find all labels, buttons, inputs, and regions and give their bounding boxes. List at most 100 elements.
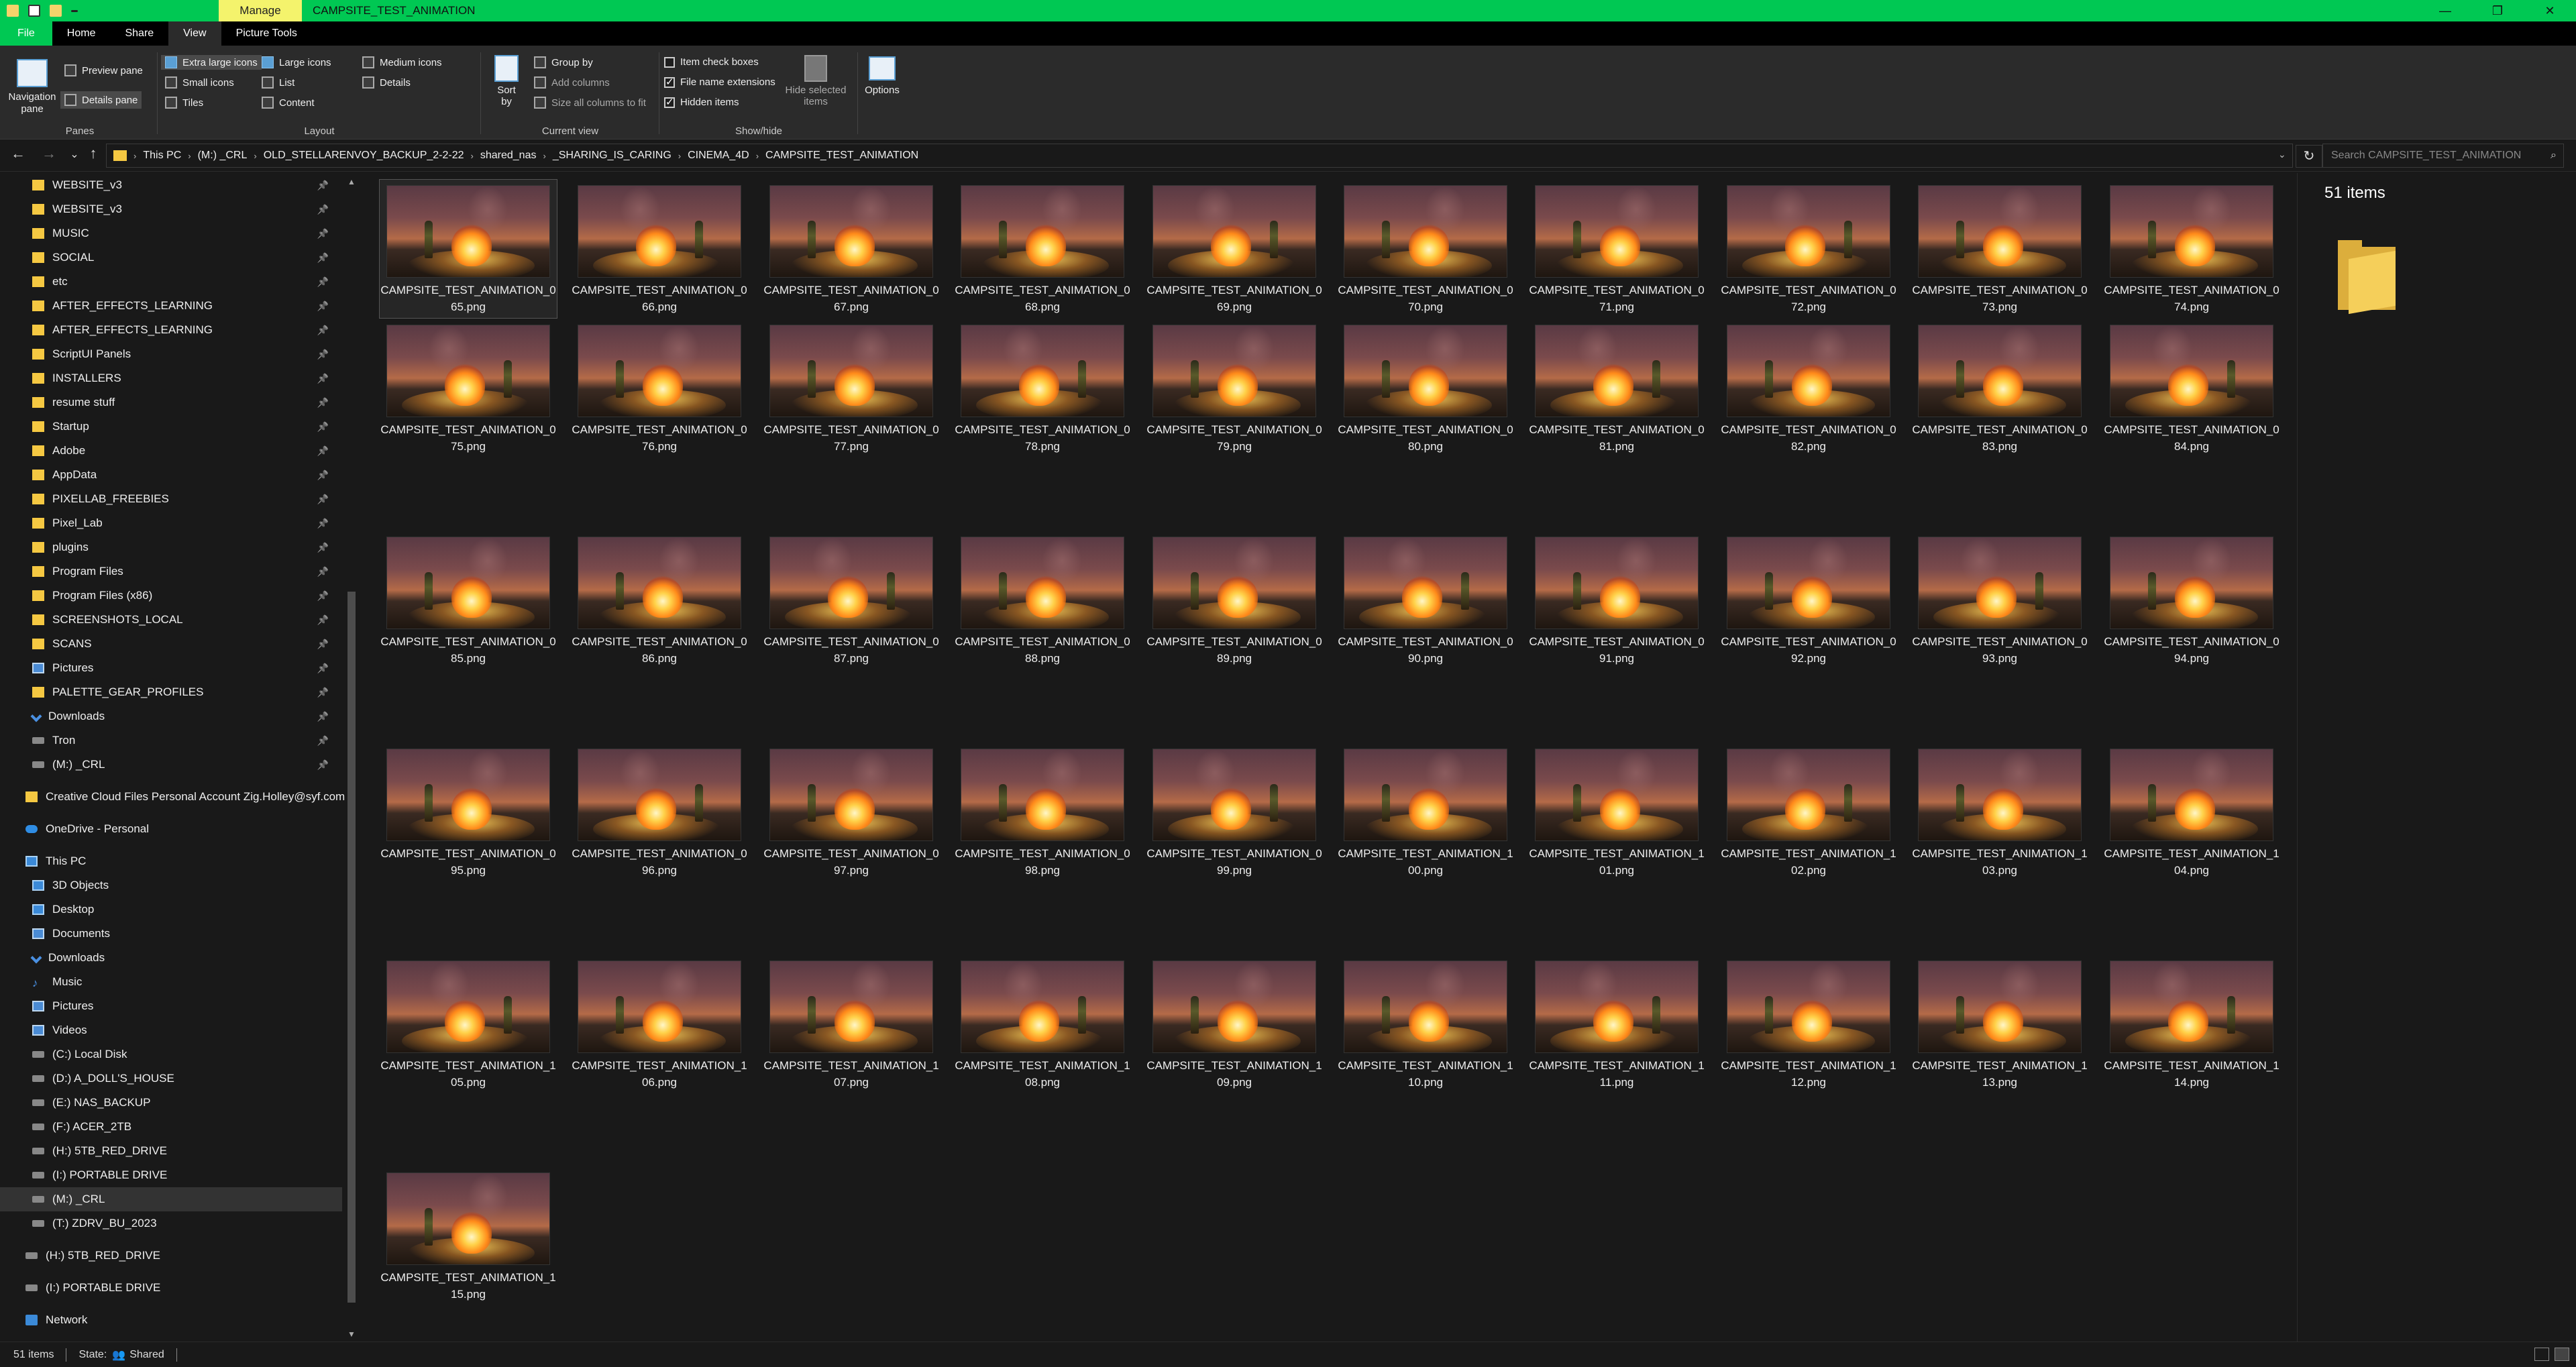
pin-icon[interactable]: 📌: [317, 421, 329, 433]
chevron-right-icon[interactable]: ›: [756, 151, 759, 161]
image-thumbnail[interactable]: [2110, 185, 2273, 278]
file-item[interactable]: CAMPSITE_TEST_ANIMATION_0 79.png: [1146, 319, 1323, 457]
details-view-icon[interactable]: [2534, 1348, 2549, 1361]
this-pc-child-item[interactable]: ♪ Music: [0, 970, 342, 994]
image-thumbnail[interactable]: [578, 749, 741, 841]
preview-pane-button[interactable]: Preview pane: [64, 64, 143, 76]
extra-large-icons-button[interactable]: Extra large icons: [161, 55, 262, 70]
quick-access-item[interactable]: WEBSITE_v3 📌: [0, 197, 342, 221]
nav-scrollbar[interactable]: ▲ ▼: [345, 176, 358, 1340]
file-item[interactable]: CAMPSITE_TEST_ANIMATION_0 77.png: [763, 319, 940, 457]
this-pc-child-item[interactable]: (M:) _CRL: [0, 1187, 342, 1211]
image-thumbnail[interactable]: [961, 185, 1124, 278]
list-button[interactable]: List: [262, 76, 294, 89]
chevron-right-icon[interactable]: ›: [678, 151, 681, 161]
file-item[interactable]: CAMPSITE_TEST_ANIMATION_0 80.png: [1337, 319, 1514, 457]
hidden-items-checkbox[interactable]: [664, 96, 675, 108]
creative-cloud-item[interactable]: Creative Cloud Files Personal Account Zi…: [0, 785, 345, 809]
file-item[interactable]: CAMPSITE_TEST_ANIMATION_1 00.png: [1337, 743, 1514, 881]
drive-item[interactable]: (H:) 5TB_RED_DRIVE: [0, 1244, 342, 1268]
pin-icon[interactable]: 📌: [317, 614, 329, 626]
pin-icon[interactable]: 📌: [317, 566, 329, 578]
file-item[interactable]: CAMPSITE_TEST_ANIMATION_0 83.png: [1911, 319, 2088, 457]
file-item[interactable]: CAMPSITE_TEST_ANIMATION_0 95.png: [380, 743, 557, 881]
image-thumbnail[interactable]: [769, 325, 933, 417]
chevron-right-icon[interactable]: ›: [471, 151, 474, 161]
quick-access-item[interactable]: WEBSITE_v3 📌: [0, 173, 342, 197]
file-item[interactable]: CAMPSITE_TEST_ANIMATION_1 12.png: [1720, 955, 1897, 1093]
image-thumbnail[interactable]: [961, 749, 1124, 841]
quick-access-item[interactable]: ScriptUI Panels 📌: [0, 342, 342, 366]
hide-selected-items-button[interactable]: Hide selected items: [782, 55, 849, 107]
new-folder-icon[interactable]: [50, 5, 62, 17]
pin-icon[interactable]: 📌: [317, 735, 329, 747]
sort-by-button[interactable]: Sort by: [491, 55, 522, 107]
tab-picture-tools[interactable]: Picture Tools: [221, 21, 312, 46]
image-thumbnail[interactable]: [1152, 185, 1316, 278]
file-item[interactable]: CAMPSITE_TEST_ANIMATION_0 85.png: [380, 531, 557, 669]
image-thumbnail[interactable]: [1918, 749, 2082, 841]
content-button[interactable]: Content: [262, 97, 315, 109]
image-thumbnail[interactable]: [1918, 185, 2082, 278]
image-thumbnail[interactable]: [1727, 185, 1890, 278]
group-by-button[interactable]: Group by: [534, 56, 593, 68]
image-thumbnail[interactable]: [1535, 749, 1699, 841]
image-thumbnail[interactable]: [1152, 325, 1316, 417]
chevron-right-icon[interactable]: ›: [188, 151, 191, 161]
file-item[interactable]: CAMPSITE_TEST_ANIMATION_0 69.png: [1146, 180, 1323, 318]
file-item[interactable]: CAMPSITE_TEST_ANIMATION_0 71.png: [1528, 180, 1705, 318]
file-item[interactable]: CAMPSITE_TEST_ANIMATION_1 11.png: [1528, 955, 1705, 1093]
file-item[interactable]: CAMPSITE_TEST_ANIMATION_0 92.png: [1720, 531, 1897, 669]
image-thumbnail[interactable]: [386, 325, 550, 417]
quick-access-item[interactable]: INSTALLERS 📌: [0, 366, 342, 390]
image-thumbnail[interactable]: [386, 1172, 550, 1265]
image-thumbnail[interactable]: [386, 961, 550, 1053]
image-thumbnail[interactable]: [1727, 961, 1890, 1053]
tab-share[interactable]: Share: [110, 21, 168, 46]
restore-button[interactable]: ❐: [2471, 0, 2524, 21]
quick-access-item[interactable]: Downloads 📌: [0, 704, 342, 728]
pin-icon[interactable]: 📌: [317, 590, 329, 602]
image-thumbnail[interactable]: [578, 325, 741, 417]
image-thumbnail[interactable]: [2110, 325, 2273, 417]
quick-access-item[interactable]: Pixel_Lab 📌: [0, 511, 342, 535]
image-thumbnail[interactable]: [1918, 961, 2082, 1053]
forward-icon[interactable]: →: [39, 145, 59, 162]
this-pc-child-item[interactable]: (H:) 5TB_RED_DRIVE: [0, 1139, 342, 1163]
file-item[interactable]: CAMPSITE_TEST_ANIMATION_0 76.png: [571, 319, 748, 457]
file-item[interactable]: CAMPSITE_TEST_ANIMATION_0 65.png: [379, 179, 557, 319]
file-item[interactable]: CAMPSITE_TEST_ANIMATION_0 94.png: [2103, 531, 2280, 669]
breadcrumb-shared-nas[interactable]: shared_nas: [480, 150, 537, 162]
quick-access-item[interactable]: Adobe 📌: [0, 439, 342, 463]
file-item[interactable]: CAMPSITE_TEST_ANIMATION_0 78.png: [954, 319, 1131, 457]
image-thumbnail[interactable]: [1152, 537, 1316, 629]
image-thumbnail[interactable]: [1344, 185, 1507, 278]
image-thumbnail[interactable]: [1727, 325, 1890, 417]
this-pc-child-item[interactable]: Documents: [0, 922, 342, 946]
quick-access-item[interactable]: AppData 📌: [0, 463, 342, 487]
file-item[interactable]: CAMPSITE_TEST_ANIMATION_0 73.png: [1911, 180, 2088, 318]
pin-icon[interactable]: 📌: [317, 276, 329, 288]
quick-access-item[interactable]: AFTER_EFFECTS_LEARNING 📌: [0, 294, 342, 318]
file-item[interactable]: CAMPSITE_TEST_ANIMATION_1 08.png: [954, 955, 1131, 1093]
file-item[interactable]: CAMPSITE_TEST_ANIMATION_0 84.png: [2103, 319, 2280, 457]
tab-view[interactable]: View: [168, 21, 221, 46]
file-item[interactable]: CAMPSITE_TEST_ANIMATION_0 93.png: [1911, 531, 2088, 669]
image-thumbnail[interactable]: [1344, 325, 1507, 417]
quick-access-item[interactable]: Pictures 📌: [0, 656, 342, 680]
quick-access-item[interactable]: (M:) _CRL 📌: [0, 753, 342, 777]
image-thumbnail[interactable]: [386, 537, 550, 629]
chevron-down-icon[interactable]: ⌄: [2278, 149, 2286, 160]
this-pc-item[interactable]: This PC: [0, 849, 342, 873]
add-columns-button[interactable]: Add columns: [534, 76, 610, 89]
quick-access-item[interactable]: PIXELLAB_FREEBIES 📌: [0, 487, 342, 511]
recent-locations-icon[interactable]: ⌄: [64, 148, 85, 161]
file-item[interactable]: CAMPSITE_TEST_ANIMATION_1 02.png: [1720, 743, 1897, 881]
image-thumbnail[interactable]: [1918, 537, 2082, 629]
navigation-pane-button[interactable]: Navigation pane: [8, 59, 56, 115]
image-thumbnail[interactable]: [1344, 537, 1507, 629]
quick-access-item[interactable]: MUSIC 📌: [0, 221, 342, 245]
file-item[interactable]: CAMPSITE_TEST_ANIMATION_1 05.png: [380, 955, 557, 1093]
file-item[interactable]: CAMPSITE_TEST_ANIMATION_1 07.png: [763, 955, 940, 1093]
image-thumbnail[interactable]: [1152, 749, 1316, 841]
